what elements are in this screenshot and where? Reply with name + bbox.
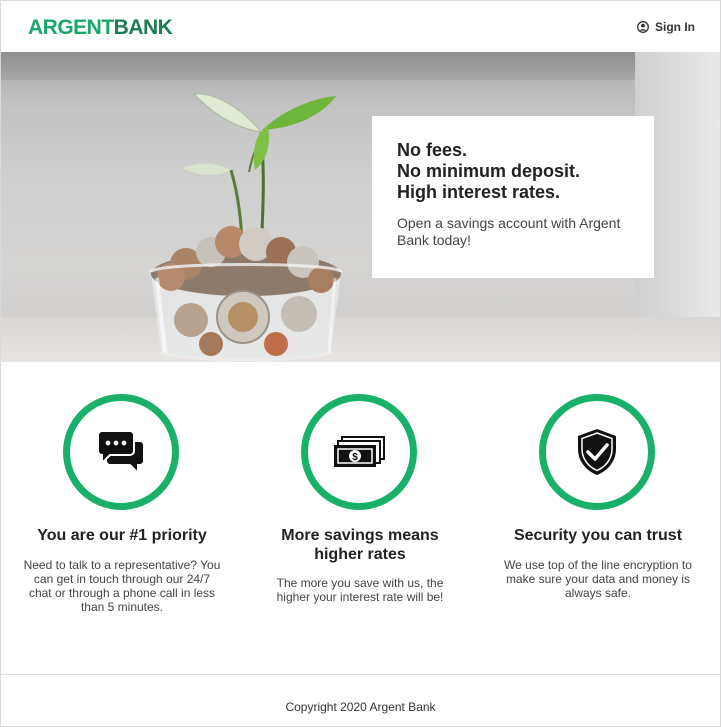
feature-icon-circle [63,394,179,510]
argent-bank-logo[interactable]: ARGENTBANK [28,16,173,40]
feature-icon-circle [539,394,655,510]
money-bills-icon: $ [334,436,385,467]
feature-title: More savings means higher rates [281,527,439,563]
footer: Copyright 2020 Argent Bank [1,674,720,726]
hero-headline: No fees. No minimum deposit. High intere… [397,140,630,203]
feature-title: Security you can trust [513,527,683,544]
sign-in-link[interactable]: Sign In [637,20,695,34]
shield-check-icon [578,429,616,475]
feature-title: You are our #1 priority [37,527,207,544]
logo-part-argent: ARGENT [28,16,114,39]
feature-description: We use top of the line encryption to mak… [504,558,692,600]
chat-bubbles-icon [97,430,145,475]
user-circle-icon [637,21,649,33]
hero-banner: No fees. No minimum deposit. High intere… [1,52,720,362]
footer-copyright: Copyright 2020 Argent Bank [285,700,436,714]
sign-in-label: Sign In [655,20,695,34]
plant-coin-jar-image [149,93,343,361]
logo-part-bank: BANK [113,16,173,39]
feature-description: The more you save with us, the higher yo… [276,576,444,604]
svg-text:$: $ [352,452,358,463]
hero-headline-line-2: No minimum deposit. [397,161,581,181]
hero-content-card: No fees. No minimum deposit. High intere… [372,116,654,278]
feature-icon-circle: $ [301,394,417,510]
features-section: You are our #1 priority Need to talk to … [1,362,720,674]
feature-description: Need to talk to a representative? You ca… [23,558,221,614]
hero-headline-line-1: No fees. [397,140,468,160]
hero-subtext: Open a savings account with Argent Bank … [397,215,621,248]
hero-headline-line-3: High interest rates. [397,182,561,202]
main-nav: ARGENTBANK Sign In [1,1,720,52]
